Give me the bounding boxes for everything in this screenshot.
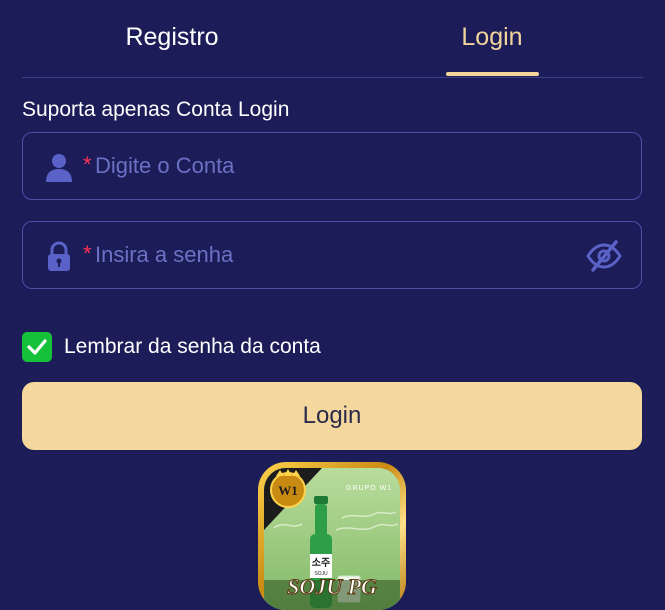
active-tab-indicator [446, 72, 539, 76]
tab-login[interactable]: Login [422, 22, 562, 52]
logo-artwork: GRUPO W1 W1 소주 SOJU SOJU PG [264, 468, 400, 610]
lock-icon [48, 241, 70, 271]
password-input[interactable] [95, 222, 575, 288]
remember-label: Lembrar da senha da conta [64, 335, 321, 358]
login-support-hint: Suporta apenas Conta Login [22, 98, 290, 121]
account-required-mark: * [83, 152, 92, 177]
logo-group-text: GRUPO W1 [346, 485, 392, 492]
auth-tabs: Registro Login [22, 0, 643, 78]
eye-off-icon[interactable] [585, 239, 623, 273]
logo-badge-text: W1 [278, 483, 298, 498]
logo-brand-text: SOJU PG [287, 574, 377, 599]
login-button[interactable]: Login [22, 382, 642, 450]
account-field[interactable]: * [22, 132, 642, 200]
soju-pg-logo: GRUPO W1 W1 소주 SOJU SOJU PG [258, 462, 406, 610]
user-icon [46, 154, 72, 182]
check-icon [27, 339, 47, 355]
remember-password-toggle[interactable]: Lembrar da senha da conta [22, 332, 321, 362]
account-input[interactable] [95, 133, 575, 199]
password-field[interactable]: * [22, 221, 642, 289]
logo-text-layer: GRUPO W1 W1 소주 SOJU SOJU PG [278, 483, 392, 600]
logo-bottle-text: 소주 [312, 557, 330, 569]
password-required-mark: * [83, 241, 92, 266]
remember-checkbox[interactable] [22, 332, 52, 362]
tab-register[interactable]: Registro [22, 22, 322, 52]
